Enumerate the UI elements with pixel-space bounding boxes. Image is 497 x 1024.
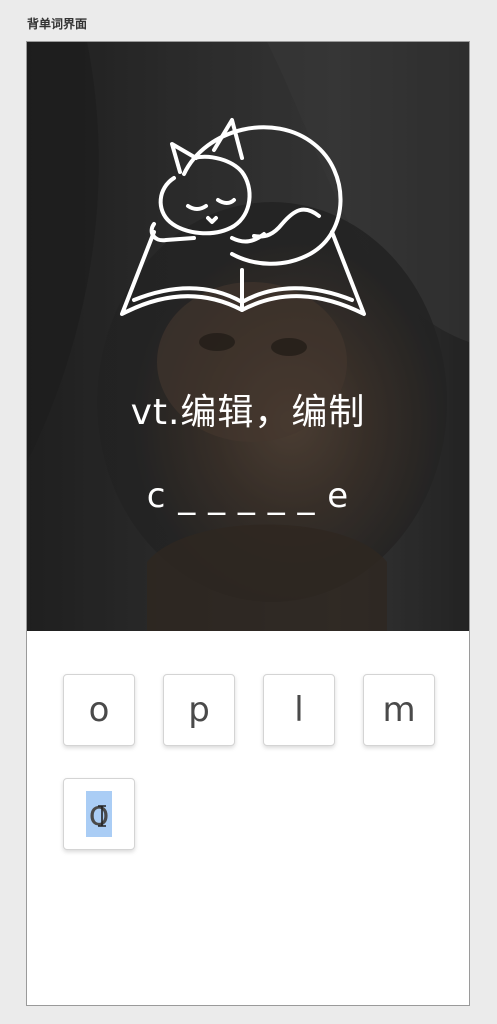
letter-key-label: l xyxy=(294,690,304,730)
word-spelling-pattern: c _ _ _ _ _ e xyxy=(146,476,350,516)
letter-key-l[interactable]: l xyxy=(263,674,335,746)
word-definition: vt.编辑，编制 xyxy=(130,392,366,433)
letter-key-p[interactable]: p xyxy=(163,674,235,746)
letter-key-label: m xyxy=(382,690,416,730)
cat-sleeping-on-book-icon xyxy=(120,118,366,316)
phone-artboard: vt.编辑，编制 c _ _ _ _ _ e xyxy=(26,41,470,1006)
letter-key-m[interactable]: m xyxy=(363,674,435,746)
letter-key-label: o xyxy=(88,690,110,730)
hero-banner: vt.编辑，编制 c _ _ _ _ _ e xyxy=(27,42,469,631)
text-cursor-icon xyxy=(98,805,106,827)
letter-key-label: p xyxy=(188,690,210,730)
artboard-title: 背单词界面 xyxy=(27,17,88,31)
letter-key-o[interactable]: o xyxy=(63,674,135,746)
